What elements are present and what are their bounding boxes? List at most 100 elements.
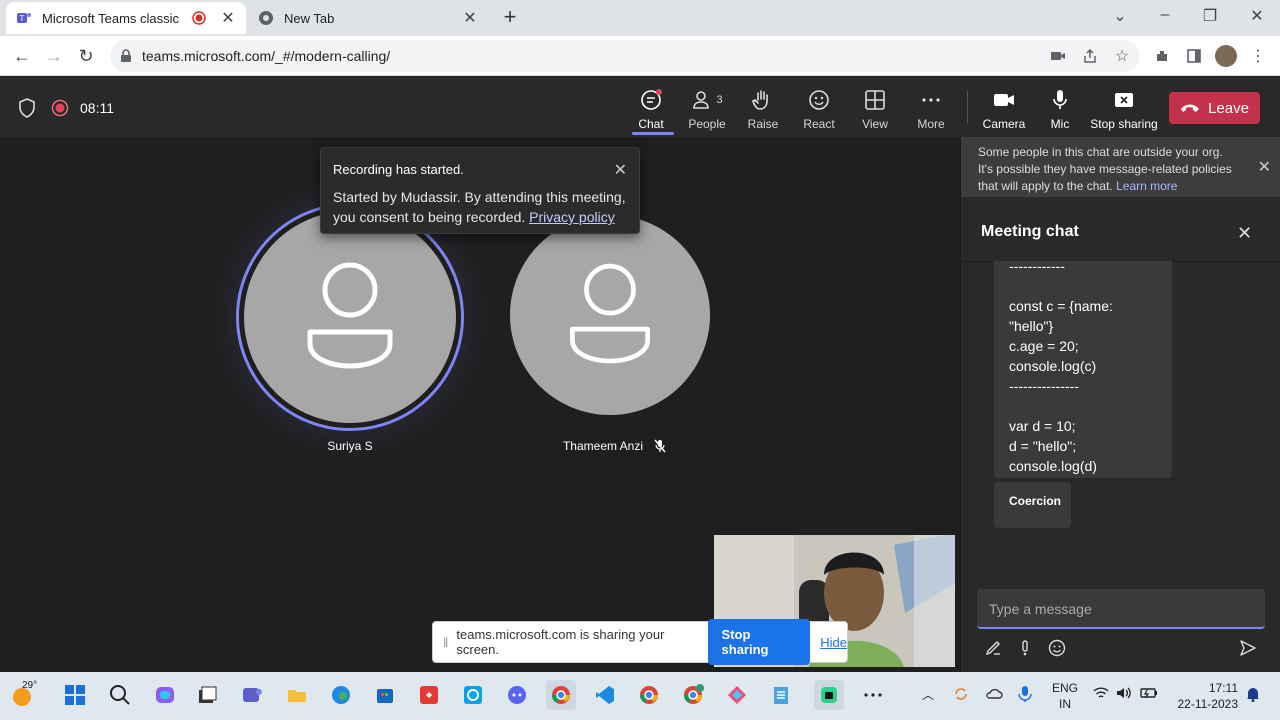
restore-icon[interactable]: ❐ <box>1200 6 1220 26</box>
react-label: React <box>803 117 835 131</box>
recording-toast: Recording has started. Started by Mudass… <box>320 147 640 234</box>
reload-icon[interactable]: ↻ <box>74 44 98 68</box>
leave-button[interactable]: Leave <box>1169 92 1260 124</box>
hand-icon <box>751 87 775 113</box>
chat-message[interactable]: Coercion <box>994 482 1071 528</box>
task-view-icon[interactable] <box>192 680 222 710</box>
camera-label: Camera <box>982 117 1026 131</box>
camera-button[interactable]: Camera <box>976 87 1032 131</box>
bookmark-star-icon[interactable]: ☆ <box>1110 44 1134 68</box>
recording-indicator-icon <box>192 11 206 25</box>
stop-sharing-button[interactable]: Stop sharing <box>1090 87 1158 131</box>
recorder-app-icon[interactable] <box>814 680 844 710</box>
tab-new-tab[interactable]: New Tab ✕ <box>248 2 488 34</box>
tab-search-chevron-icon[interactable]: ⌄ <box>1110 6 1130 26</box>
windows-taskbar: 29° ︿ ENG IN 17:11 22-11-2023 <box>0 672 1280 720</box>
discord-icon[interactable] <box>502 680 532 710</box>
format-pen-icon[interactable] <box>981 636 1005 660</box>
microphone-in-use-icon[interactable] <box>1017 685 1033 703</box>
region-code: IN <box>1059 697 1071 711</box>
profile-avatar[interactable] <box>1214 44 1238 68</box>
new-tab-plus-icon[interactable]: + <box>498 6 522 30</box>
extensions-puzzle-icon[interactable] <box>1150 44 1174 68</box>
edge-icon[interactable] <box>326 680 356 710</box>
message-line: console.log(c) <box>1009 358 1097 374</box>
close-window-icon[interactable]: ✕ <box>1247 6 1267 26</box>
learn-more-link[interactable]: Learn more <box>1116 179 1177 193</box>
people-count: 3 <box>716 94 723 106</box>
share-bar-hide-link[interactable]: Hide <box>820 635 847 650</box>
view-button[interactable]: View <box>847 87 903 131</box>
privacy-policy-link[interactable]: Privacy policy <box>529 209 615 225</box>
message-line: --------------- <box>1009 378 1079 394</box>
meeting-toolbar: 08:11 Chat 3 People Raise React View Mor… <box>0 77 1280 137</box>
vscode-icon[interactable] <box>590 680 620 710</box>
mic-button[interactable]: Mic <box>1032 87 1088 131</box>
tab-teams[interactable]: T Microsoft Teams classic ✕ <box>6 2 246 34</box>
message-line: var d = 10; <box>1009 418 1076 434</box>
message-line: ------------ <box>1009 261 1065 274</box>
recording-dot-icon <box>51 99 69 117</box>
back-arrow-icon[interactable]: ← <box>10 44 34 68</box>
close-toast-icon[interactable]: ✕ <box>614 160 627 180</box>
volume-icon[interactable] <box>1116 686 1132 700</box>
sourcetree-icon[interactable] <box>722 680 752 710</box>
meeting-chat-panel: Some people in this chat are outside you… <box>960 137 1280 672</box>
chrome-active-icon[interactable] <box>546 680 576 710</box>
send-icon[interactable] <box>1236 636 1260 660</box>
show-hidden-icons-chevron[interactable]: ︿ <box>922 686 934 703</box>
notice-text: Some people in this chat are outside you… <box>978 145 1232 193</box>
teams-icon: T <box>16 10 32 26</box>
language-indicator[interactable]: ENG IN <box>1050 680 1080 712</box>
notepad-icon[interactable] <box>766 680 796 710</box>
hang-up-icon <box>1180 103 1200 113</box>
meeting-timer: 08:11 <box>80 100 114 116</box>
teams-chat-icon[interactable] <box>237 680 267 710</box>
people-button[interactable]: 3 People <box>679 87 735 131</box>
share-bar-stop-button[interactable]: Stop sharing <box>707 619 811 665</box>
file-explorer-icon[interactable] <box>282 680 312 710</box>
url-omnibox[interactable]: teams.microsoft.com/_#/modern-calling/ <box>110 40 1140 72</box>
compose-message-input[interactable]: Type a message <box>977 589 1265 629</box>
anydesk-icon[interactable] <box>414 680 444 710</box>
camera-in-use-icon[interactable] <box>1046 44 1070 68</box>
wifi-icon[interactable] <box>1093 686 1109 700</box>
store-icon[interactable] <box>370 680 400 710</box>
close-notice-icon[interactable]: ✕ <box>1258 159 1271 176</box>
kebab-menu-icon[interactable]: ⋮ <box>1246 44 1270 68</box>
raise-hand-button[interactable]: Raise <box>735 87 791 131</box>
more-button[interactable]: More <box>903 87 959 131</box>
close-tab-icon[interactable]: ✕ <box>220 10 236 27</box>
more-apps-dots-icon[interactable] <box>858 680 888 710</box>
emoji-icon[interactable] <box>1045 636 1069 660</box>
side-panel-icon[interactable] <box>1182 44 1206 68</box>
system-clock[interactable]: 17:11 22-11-2023 <box>1170 680 1239 712</box>
participant-name-text: Thameem Anzi <box>562 439 644 453</box>
stop-share-icon <box>1112 87 1136 113</box>
webcam-app-icon[interactable] <box>458 680 488 710</box>
close-tab-icon[interactable]: ✕ <box>462 10 478 27</box>
weather-widget[interactable]: 29° <box>10 680 40 710</box>
windows-start-icon[interactable] <box>60 680 90 710</box>
copilot-icon[interactable] <box>150 680 180 710</box>
notification-bell-icon[interactable] <box>1245 686 1261 702</box>
chrome-profile-icon[interactable] <box>634 680 664 710</box>
lock-icon <box>120 49 132 63</box>
react-button[interactable]: React <box>791 87 847 131</box>
participant-avatar-suriya[interactable] <box>244 211 456 423</box>
forward-arrow-icon[interactable]: → <box>42 44 66 68</box>
chat-button[interactable]: Chat <box>623 87 679 131</box>
drag-handle-icon[interactable]: ‖ <box>443 635 448 650</box>
share-page-icon[interactable] <box>1078 44 1102 68</box>
priority-exclamation-icon[interactable] <box>1013 636 1037 660</box>
search-icon[interactable] <box>105 680 135 710</box>
cloud-sync-icon[interactable] <box>985 685 1003 703</box>
sync-icon[interactable] <box>952 685 970 703</box>
battery-icon[interactable] <box>1140 687 1158 699</box>
close-panel-icon[interactable]: ✕ <box>1237 223 1252 244</box>
minimize-icon[interactable]: – <box>1155 6 1175 24</box>
participant-avatar-thameem[interactable] <box>510 215 710 415</box>
panel-title: Meeting chat <box>981 223 1079 240</box>
chat-message[interactable]: ------------ const c = {name: "hello"} c… <box>994 261 1172 478</box>
chrome-profile-s-icon[interactable] <box>678 680 708 710</box>
